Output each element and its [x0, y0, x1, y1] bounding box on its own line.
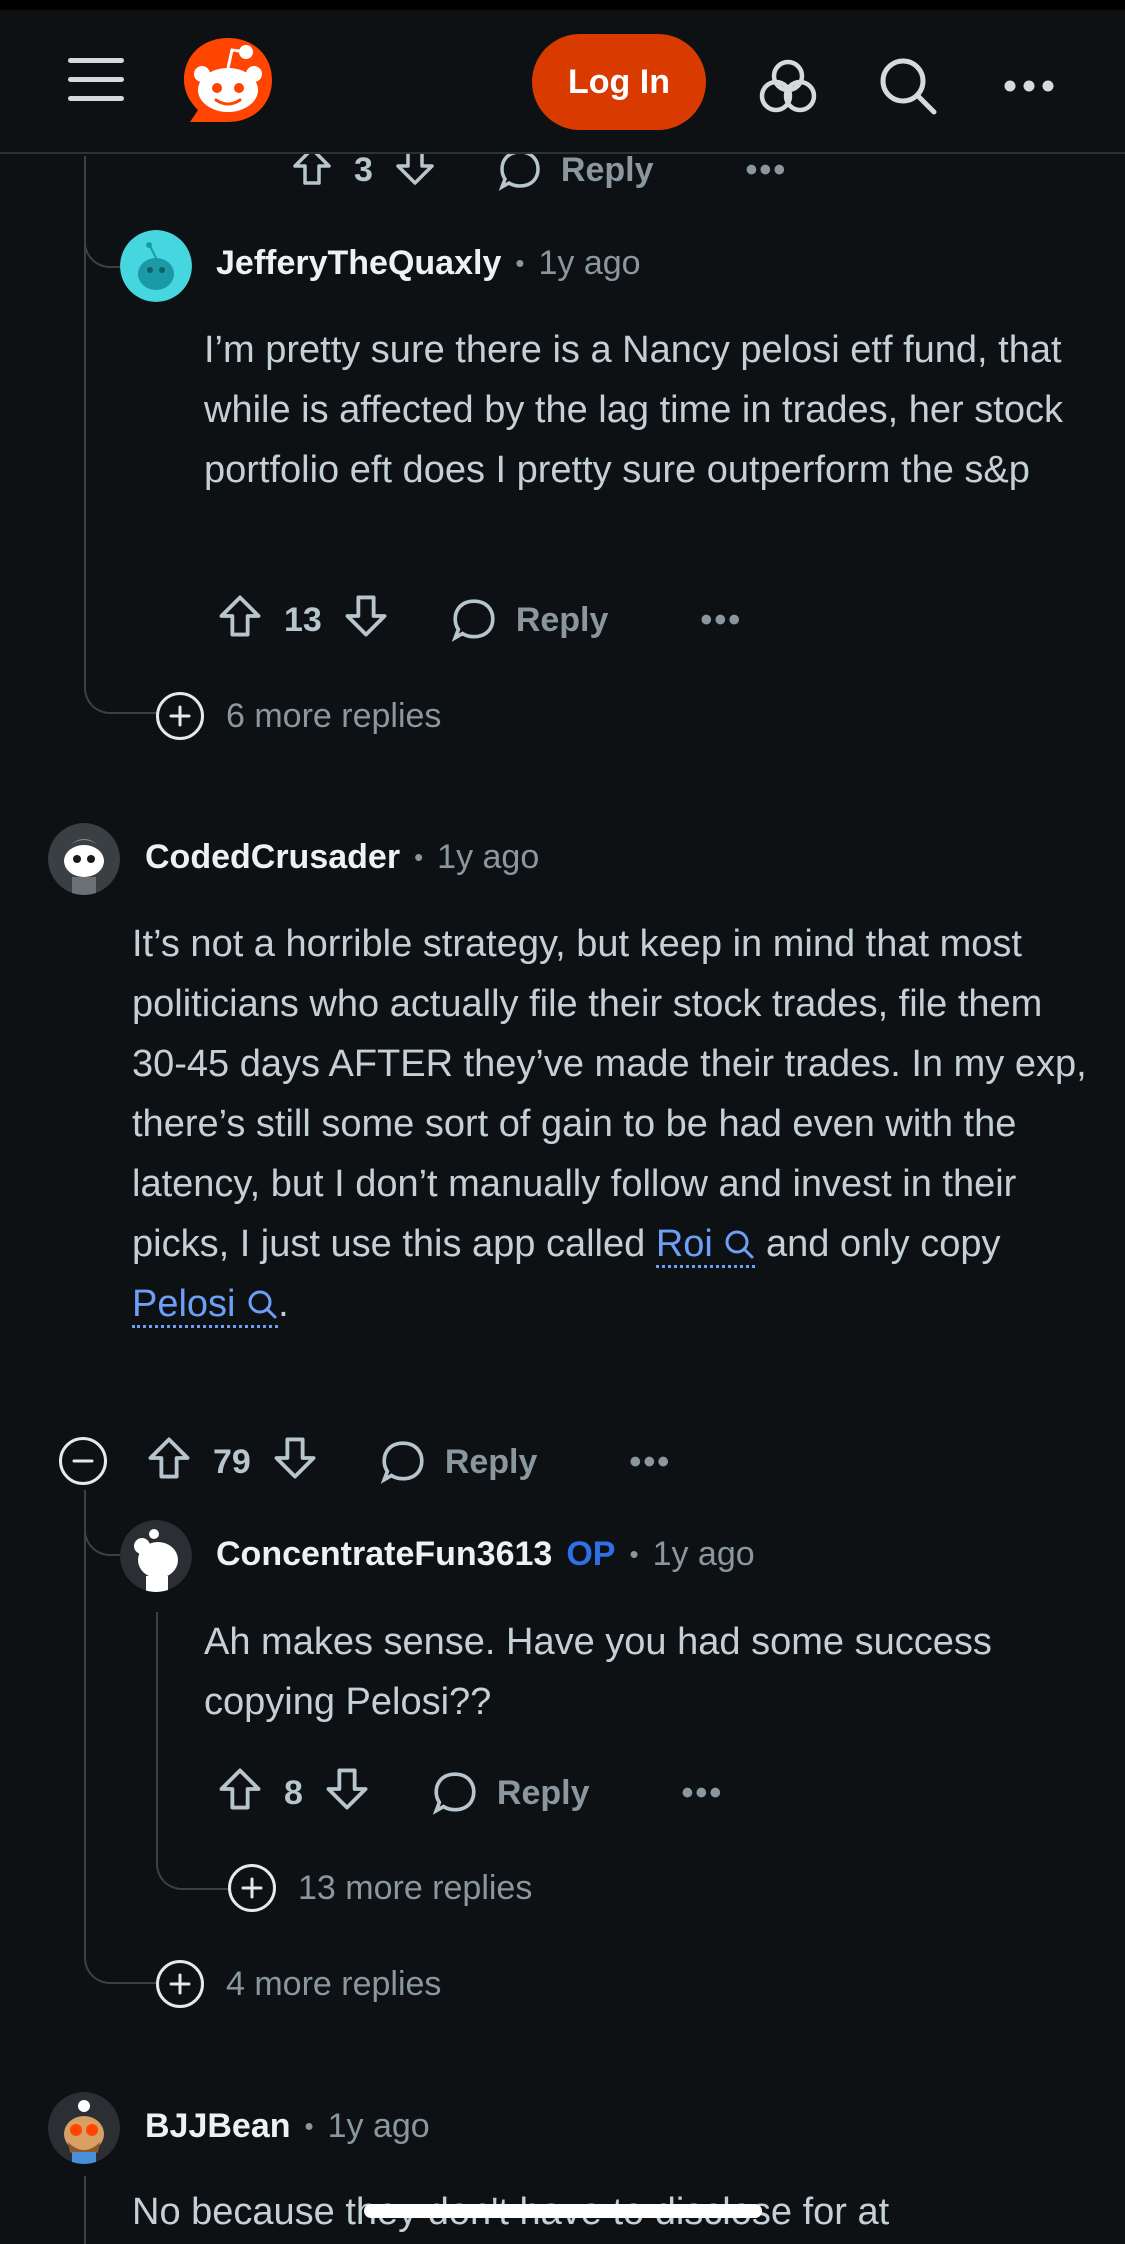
comment-text: It’s not a horrible strategy, but keep i… [132, 923, 1087, 1265]
thread-connector [156, 1836, 232, 1890]
comment-more-icon[interactable]: ••• [629, 1443, 671, 1482]
more-options-icon[interactable] [998, 54, 1062, 118]
more-replies-label: 13 more replies [298, 1868, 533, 1907]
comment-actions: 79 Reply ••• [145, 1432, 671, 1492]
separator-dot: • [304, 2111, 314, 2141]
downvote-icon[interactable] [271, 1434, 319, 1491]
username[interactable]: CodedCrusader [145, 838, 400, 877]
avatar[interactable] [48, 2092, 120, 2164]
search-link-roi[interactable]: Roi [655, 1223, 756, 1268]
more-replies-button[interactable]: 6 more replies [156, 692, 441, 740]
comment-meta: ConcentrateFun3613 OP • 1y ago [216, 1535, 755, 1574]
more-replies-label: 4 more replies [226, 1964, 442, 2003]
thread-connector [84, 660, 160, 714]
comment-body: It’s not a horrible strategy, but keep i… [132, 914, 1092, 1334]
timestamp: 1y ago [437, 838, 540, 876]
avatar[interactable] [120, 230, 192, 302]
reply-button[interactable]: Reply [431, 1769, 590, 1817]
thread-line [156, 1612, 158, 1862]
timestamp: 1y ago [327, 2107, 430, 2145]
upvote-icon[interactable] [216, 1765, 264, 1822]
thread-connector [84, 216, 122, 268]
downvote-icon[interactable] [342, 592, 390, 649]
thread-connector [84, 1930, 160, 1984]
thread-line [84, 1490, 86, 1950]
comment-meta: JefferyTheQuaxly • 1y ago [216, 244, 641, 283]
username[interactable]: BJJBean [145, 2107, 291, 2146]
top-navigation-bar: Log In [0, 0, 1125, 154]
op-badge: OP [566, 1535, 616, 1573]
reply-button[interactable]: Reply [450, 596, 609, 644]
reply-label: Reply [560, 150, 654, 189]
comment-actions: 13 Reply ••• [216, 590, 742, 650]
thread-connector [84, 1500, 122, 1556]
comment-text: . [278, 1283, 289, 1325]
expand-icon[interactable] [156, 692, 204, 740]
comment-body: Ah makes sense. Have you had some succes… [204, 1621, 992, 1723]
timestamp: 1y ago [652, 1535, 755, 1573]
search-icon[interactable] [876, 54, 940, 118]
menu-icon[interactable] [68, 58, 124, 106]
vote-count: 3 [354, 150, 373, 189]
search-icon [725, 1230, 754, 1259]
expand-icon[interactable] [156, 1960, 204, 2008]
downvote-icon[interactable] [323, 1765, 371, 1822]
collapse-icon[interactable] [59, 1437, 107, 1485]
username[interactable]: JefferyTheQuaxly [216, 244, 501, 283]
more-replies-label: 6 more replies [226, 696, 442, 735]
reply-label: Reply [444, 1442, 538, 1481]
home-indicator[interactable] [364, 2204, 762, 2218]
more-replies-button[interactable]: 4 more replies [156, 1960, 441, 2008]
reddit-logo[interactable] [180, 34, 276, 130]
upvote-icon[interactable] [145, 1434, 193, 1491]
comment-text: and only copy [755, 1223, 1001, 1265]
search-icon [248, 1290, 277, 1319]
communities-icon[interactable] [756, 54, 820, 118]
comment-meta: BJJBean • 1y ago [145, 2107, 430, 2146]
thread-line [84, 2176, 86, 2244]
comment-more-icon[interactable]: ••• [700, 601, 742, 640]
more-replies-button[interactable]: 13 more replies [228, 1864, 532, 1912]
reply-label: Reply [515, 600, 609, 639]
separator-dot: • [515, 248, 525, 278]
vote-count: 8 [284, 1773, 303, 1812]
comment-more-icon[interactable]: ••• [682, 1774, 724, 1813]
expand-icon[interactable] [228, 1864, 276, 1912]
reply-label: Reply [496, 1773, 590, 1812]
search-link-pelosi[interactable]: Pelosi [132, 1283, 279, 1328]
comment-meta: CodedCrusader • 1y ago [145, 838, 539, 877]
log-in-button[interactable]: Log In [532, 34, 706, 130]
comment-body: I’m pretty sure there is a Nancy pelosi … [204, 329, 1063, 491]
collapse-thread-button[interactable] [59, 1437, 107, 1485]
comment-actions: 8 Reply ••• [216, 1763, 723, 1823]
avatar[interactable] [48, 823, 120, 895]
username[interactable]: ConcentrateFun3613 [216, 1535, 552, 1574]
comment-more-icon[interactable]: ••• [746, 151, 788, 190]
link-text: Pelosi [132, 1283, 236, 1325]
reply-button[interactable]: Reply [379, 1438, 538, 1486]
vote-count: 13 [284, 600, 322, 639]
separator-dot: • [629, 1539, 639, 1569]
separator-dot: • [414, 842, 424, 872]
vote-count: 79 [213, 1442, 251, 1481]
link-text: Roi [655, 1223, 713, 1265]
comments-page: Log In 3 Reply ••• JefferyTheQuaxly • 1y… [0, 0, 1125, 2244]
upvote-icon[interactable] [216, 592, 264, 649]
avatar[interactable] [120, 1520, 192, 1592]
timestamp: 1y ago [538, 244, 641, 282]
